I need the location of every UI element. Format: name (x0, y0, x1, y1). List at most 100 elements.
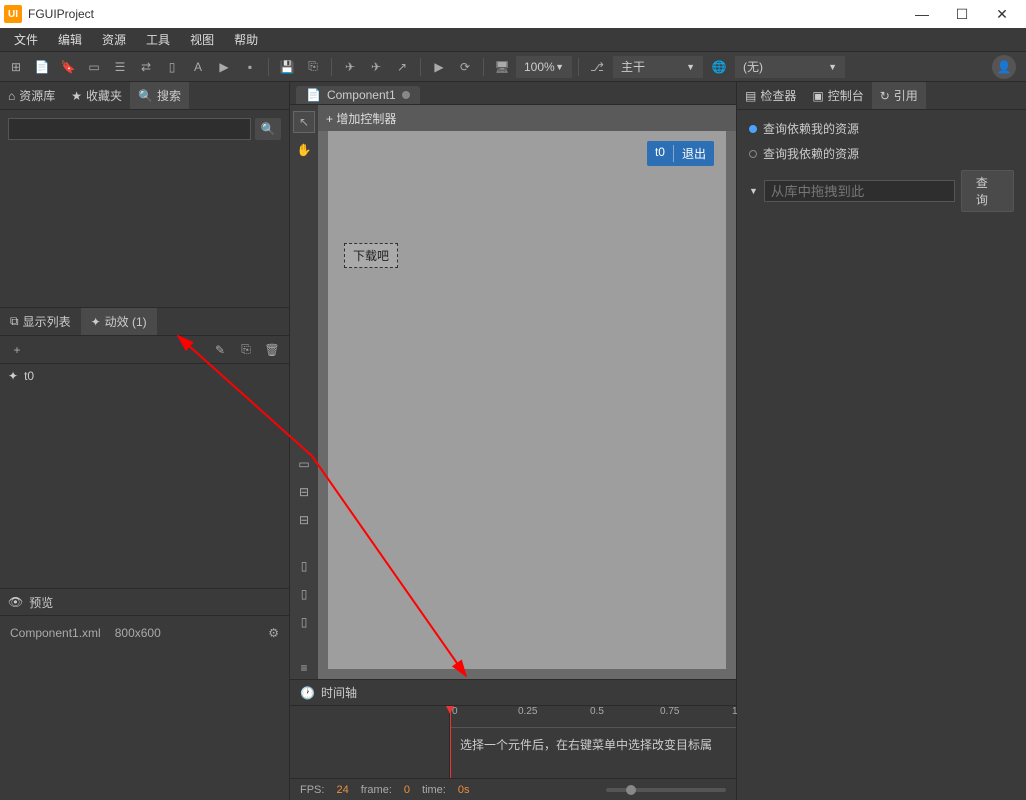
timeline-ruler-area[interactable]: 0 0.25 0.5 0.75 1 选择一个元件后，在右键菜单中选择改变目标属 (450, 706, 736, 778)
radio-icon (749, 125, 757, 133)
app-logo-icon: UI (4, 5, 22, 23)
play-icon[interactable]: ▶ (427, 55, 451, 79)
menu-resource[interactable]: 资源 (92, 28, 136, 52)
asset-tree[interactable] (0, 148, 289, 308)
battery-icon[interactable]: ▯ (160, 55, 184, 79)
left-panel: ⌂资源库 ★收藏夹 🔍搜索 🔍 ⧉显示列表 ✦动效 (1) + ✎ ⎘ 🗑 ✦ … (0, 82, 290, 800)
separator (578, 58, 579, 76)
menu-tool[interactable]: 工具 (136, 28, 180, 52)
radio-i-depend-on[interactable]: 查询我依赖的资源 (749, 145, 1014, 162)
document-tab[interactable]: 📄 Component1 (296, 86, 420, 104)
maximize-button[interactable]: ☐ (942, 0, 982, 28)
file-icon[interactable]: 📄 (30, 55, 54, 79)
search-icon: 🔍 (261, 122, 276, 136)
close-button[interactable]: ✕ (982, 0, 1022, 28)
bookmark-icon[interactable]: 🔖 (56, 55, 80, 79)
hand-tool-icon[interactable]: ✋ (293, 139, 315, 161)
timeline-zoom-slider[interactable] (606, 788, 726, 792)
timeline-footer: FPS:24 frame:0 time:0s (290, 778, 736, 800)
list-item[interactable]: ✦ t0 (0, 364, 289, 388)
list-icon[interactable]: ☰ (108, 55, 132, 79)
new-icon[interactable]: ⊞ (4, 55, 28, 79)
canvas[interactable] (328, 131, 726, 669)
button-icon[interactable]: ▭ (82, 55, 106, 79)
gear-icon[interactable]: ⚙ (268, 626, 279, 640)
sparkle-icon: ✦ (91, 315, 101, 329)
add-controller-button[interactable]: + 增加控制器 (326, 110, 396, 127)
tab-assets[interactable]: ⌂资源库 (0, 82, 63, 109)
canvas-area[interactable]: + 增加控制器 t0 退出 下载吧 (318, 105, 736, 679)
timeline-hint: 选择一个元件后，在右键菜单中选择改变目标属 (460, 736, 712, 753)
align-icon[interactable]: ▯ (293, 611, 315, 633)
align-icon[interactable]: ▭ (293, 453, 315, 475)
separator (268, 58, 269, 76)
tab-display-list[interactable]: ⧉显示列表 (0, 308, 81, 335)
tab-favorites[interactable]: ★收藏夹 (63, 82, 130, 109)
pointer-tool-icon[interactable]: ↖ (293, 111, 315, 133)
save-all-icon[interactable]: ⎘ (301, 55, 325, 79)
preview-info: Component1.xml 800x600 ⚙ (0, 616, 289, 650)
preview-filename: Component1.xml (10, 626, 101, 640)
align-icon[interactable]: ▯ (293, 555, 315, 577)
publish-all-icon[interactable]: ✈ (364, 55, 388, 79)
branch-select[interactable]: 主干▼ (613, 56, 703, 78)
locale-select[interactable]: (无)▼ (735, 56, 845, 78)
text-icon[interactable]: A (186, 55, 210, 79)
minimize-button[interactable]: — (902, 0, 942, 28)
tab-animations[interactable]: ✦动效 (1) (81, 308, 157, 335)
animation-controls[interactable]: t0 退出 (647, 141, 714, 166)
timeline-panel: 🕐 时间轴 0 0.25 0.5 0.75 1 选择一个元件后，在右键菜单中选择… (290, 679, 736, 800)
radio-depends-on-me[interactable]: 查询依赖我的资源 (749, 120, 1014, 137)
align-icon[interactable]: ▯ (293, 583, 315, 605)
selected-element[interactable]: 下载吧 (344, 243, 398, 268)
menu-edit[interactable]: 编辑 (48, 28, 92, 52)
delete-icon[interactable]: 🗑 (261, 339, 283, 361)
user-avatar-icon[interactable]: 👤 (992, 55, 1016, 79)
main-toolbar: ⊞ 📄 🔖 ▭ ☰ ⇄ ▯ A ▶ ▪ 💾 ⎘ ✈ ✈ ↗ ▶ ⟳ 🖥 100%… (0, 52, 1026, 82)
exit-button[interactable]: 退出 (682, 145, 706, 162)
timeline-ruler[interactable]: 0 0.25 0.5 0.75 1 (450, 706, 736, 728)
file-icon: 📄 (306, 88, 321, 102)
tab-search[interactable]: 🔍搜索 (130, 82, 189, 109)
edit-icon[interactable]: ✎ (209, 339, 231, 361)
upload-icon[interactable]: ↗ (390, 55, 414, 79)
branch-icon[interactable]: ⎇ (585, 55, 609, 79)
scroll-icon[interactable]: ⇄ (134, 55, 158, 79)
align-icon[interactable]: ⊟ (293, 481, 315, 503)
preview-header: 👁 预览 (0, 588, 289, 616)
publish-icon[interactable]: ✈ (338, 55, 362, 79)
separator (420, 58, 421, 76)
right-panel: ▤检查器 ▣控制台 ↻引用 查询依赖我的资源 查询我依赖的资源 ▼ 查询 (736, 82, 1026, 800)
menu-help[interactable]: 帮助 (224, 28, 268, 52)
copy-icon[interactable]: ⎘ (235, 339, 257, 361)
folder-icon[interactable]: ▪ (238, 55, 262, 79)
menu-file[interactable]: 文件 (4, 28, 48, 52)
save-icon[interactable]: 💾 (275, 55, 299, 79)
tab-inspector[interactable]: ▤检查器 (737, 82, 804, 109)
distribute-icon[interactable]: ≡ (293, 657, 315, 679)
zoom-select[interactable]: 100%▼ (516, 56, 572, 78)
monitor-icon[interactable]: 🖥 (490, 55, 514, 79)
globe-icon[interactable]: 🌐 (707, 55, 731, 79)
clock-icon: 🕐 (300, 686, 315, 700)
timeline-tracks[interactable] (290, 706, 450, 778)
align-icon[interactable]: ⊟ (293, 509, 315, 531)
tab-console[interactable]: ▣控制台 (804, 82, 871, 109)
chevron-down-icon[interactable]: ▼ (749, 186, 758, 196)
link-icon: ↻ (880, 89, 890, 103)
playhead[interactable] (450, 706, 451, 778)
refresh-icon[interactable]: ⟳ (453, 55, 477, 79)
query-button[interactable]: 查询 (961, 170, 1014, 212)
search-input[interactable] (8, 118, 251, 140)
search-button[interactable]: 🔍 (255, 118, 281, 140)
movie-icon[interactable]: ▶ (212, 55, 236, 79)
titlebar: UI FGUIProject — ☐ ✕ (0, 0, 1026, 28)
center-panel: 📄 Component1 ↖ ✋ ▭ ⊟ ⊟ ▯ ▯ ▯ ≡ (290, 82, 736, 800)
animation-list[interactable]: ✦ t0 (0, 364, 289, 588)
radio-icon (749, 150, 757, 158)
sparkle-icon: ✦ (8, 369, 18, 383)
menu-view[interactable]: 视图 (180, 28, 224, 52)
tab-references[interactable]: ↻引用 (872, 82, 926, 109)
drop-target-input[interactable] (764, 180, 955, 202)
add-button[interactable]: + (6, 339, 28, 361)
